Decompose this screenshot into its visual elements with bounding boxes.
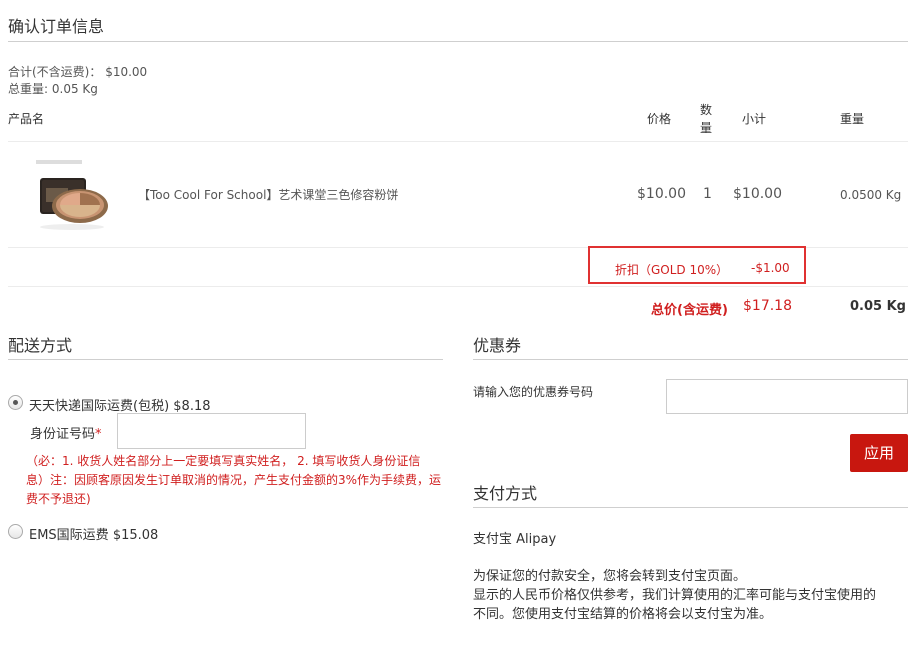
weight-summary: 总重量: 0.05 Kg [8, 81, 98, 98]
total-label: 总价(含运费) [651, 303, 728, 318]
product-name-link[interactable]: 【Too Cool For School】艺术课堂三色修容粉饼 [138, 186, 398, 203]
id-number-label-text: 身份证号码 [30, 427, 96, 442]
shipping-option-tiantian-radio[interactable] [8, 395, 23, 410]
payment-info-line1: 为保证您的付款安全，您将会转到支付宝页面。 [473, 569, 747, 584]
coupon-title: 优惠券 [473, 336, 522, 355]
compact-powder-icon [36, 160, 108, 230]
product-price: $10.00 [637, 186, 686, 202]
payment-info-line2: 显示的人民币价格仅供参考，我们计算使用的汇率可能与支付宝使用的 [473, 588, 877, 603]
confirm-order-title: 确认订单信息 [8, 17, 105, 36]
shipping-option-ems-radio[interactable] [8, 524, 23, 539]
payment-method: 支付宝 Alipay [473, 532, 557, 547]
discount-label: 折扣（GOLD 10%） [615, 263, 729, 277]
coupon-label: 请输入您的优惠券号码 [473, 385, 594, 399]
discount-divider [8, 286, 908, 287]
header-weight: 重量 [840, 112, 865, 126]
subtotal-value: $10.00 [105, 65, 148, 79]
subtotal-summary: 合计(不含运费)： $10.00 [8, 64, 147, 81]
title-divider [8, 41, 908, 42]
weight-label: 总重量: [8, 82, 49, 96]
header-divider [8, 141, 908, 142]
shipping-note-line3: 费不予退还) [26, 492, 91, 506]
product-image[interactable] [30, 158, 112, 233]
product-weight: 0.0500 Kg [840, 188, 902, 202]
payment-title: 支付方式 [473, 484, 538, 503]
total-value: $17.18 [743, 298, 792, 314]
header-price: 价格 [647, 112, 672, 126]
header-product: 产品名 [8, 112, 45, 126]
shipping-title: 配送方式 [8, 336, 73, 355]
coupon-input[interactable] [666, 379, 908, 414]
id-number-input[interactable] [117, 413, 306, 449]
coupon-divider [473, 359, 908, 360]
shipping-option-tiantian-label[interactable]: 天天快递国际运费(包税) $8.18 [29, 395, 211, 414]
shipping-option-ems-label[interactable]: EMS国际运费 $15.08 [29, 524, 158, 543]
shipping-divider [8, 359, 443, 360]
header-subtotal: 小计 [742, 112, 767, 126]
total-weight: 0.05 Kg [850, 299, 906, 314]
subtotal-label: 合计(不含运费)： [8, 65, 102, 79]
id-number-label: 身份证号码* [30, 423, 102, 442]
payment-info-line3: 不同。您使用支付宝结算的价格将会以支付宝为准。 [473, 607, 773, 622]
product-subtotal: $10.00 [733, 186, 782, 202]
required-mark: * [95, 427, 102, 442]
apply-coupon-button[interactable]: 应用 [850, 434, 908, 472]
discount-value: -$1.00 [751, 261, 790, 275]
shipping-note-line2: 息）注：因顾客原因发生订单取消的情况，产生支付金额的3%作为手续费，运 [26, 473, 442, 487]
product-qty: 1 [703, 186, 712, 202]
header-qty-line2: 量 [700, 121, 713, 135]
weight-value: 0.05 Kg [51, 82, 98, 96]
shipping-note-line1: （必：1. 收货人姓名部分上一定要填写真实姓名， 2. 填写收货人身份证信 [26, 454, 421, 468]
payment-divider [473, 507, 908, 508]
header-qty-line1: 数 [700, 103, 713, 117]
